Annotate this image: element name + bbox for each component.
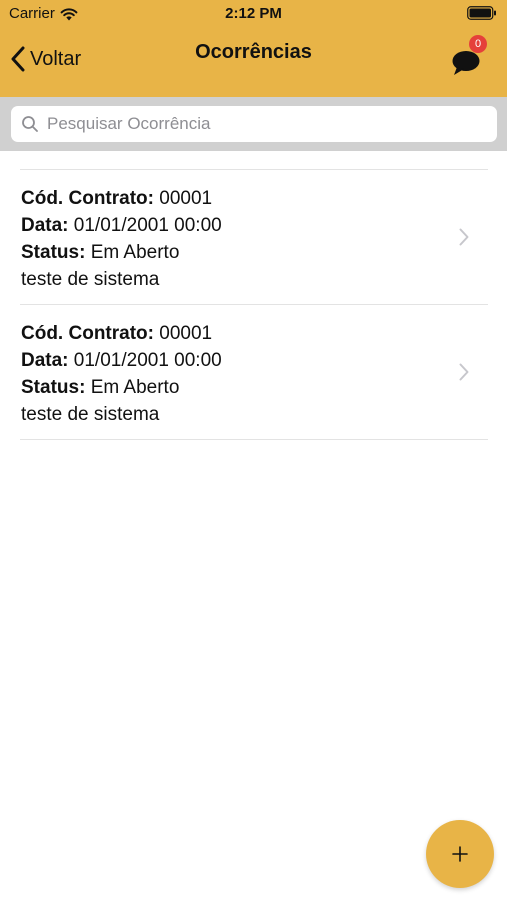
page-title: Ocorrências xyxy=(195,41,312,63)
contract-value: 00001 xyxy=(159,188,213,209)
list-divider xyxy=(20,439,488,440)
item-description: teste de sistema xyxy=(21,269,160,290)
nav-bar: Voltar Ocorrências 0 xyxy=(0,28,507,97)
status-line: Status: Em Aberto xyxy=(21,374,222,401)
date-label: Data: xyxy=(21,215,69,236)
chevron-right-icon xyxy=(459,363,469,381)
status-line: Status: Em Aberto xyxy=(21,239,222,266)
battery-icon xyxy=(467,6,496,20)
status-value: Em Aberto xyxy=(90,377,180,398)
screen: Carrier 2:12 PM Voltar Ocorrências 0 Pes… xyxy=(0,0,507,900)
status-bar: Carrier 2:12 PM xyxy=(0,0,507,28)
date-value: 01/01/2001 00:00 xyxy=(73,215,222,236)
status-label: Status: xyxy=(21,377,86,398)
item-description: teste de sistema xyxy=(21,404,160,425)
contract-line: Cód. Contrato: 00001 xyxy=(21,320,222,347)
notification-badge: 0 xyxy=(469,35,487,53)
status-label: Status: xyxy=(21,242,86,263)
contract-value: 00001 xyxy=(159,323,213,344)
search-field[interactable] xyxy=(11,106,497,142)
date-value: 01/01/2001 00:00 xyxy=(73,350,222,371)
date-line: Data: 01/01/2001 00:00 xyxy=(21,212,222,239)
item-details: Cód. Contrato: 00001 Data: 01/01/2001 00… xyxy=(21,185,222,293)
date-line: Data: 01/01/2001 00:00 xyxy=(21,347,222,374)
header: Carrier 2:12 PM Voltar Ocorrências 0 xyxy=(0,0,507,97)
contract-line: Cód. Contrato: 00001 xyxy=(21,185,222,212)
search-icon xyxy=(22,116,38,132)
chevron-right-icon xyxy=(459,228,469,246)
contract-label: Cód. Contrato: xyxy=(21,188,154,209)
item-details: Cód. Contrato: 00001 Data: 01/01/2001 00… xyxy=(21,320,222,428)
status-time: 2:12 PM xyxy=(225,5,282,22)
chat-button[interactable]: 0 xyxy=(445,35,487,78)
plus-icon xyxy=(452,846,468,862)
search-bar xyxy=(0,97,507,151)
status-value: Em Aberto xyxy=(90,242,180,263)
chat-bubble-icon xyxy=(452,51,480,75)
list-item[interactable]: Cód. Contrato: 00001 Data: 01/01/2001 00… xyxy=(0,170,507,305)
search-input[interactable] xyxy=(47,114,467,134)
contract-label: Cód. Contrato: xyxy=(21,323,154,344)
add-occurrence-button[interactable] xyxy=(426,820,494,888)
date-label: Data: xyxy=(21,350,69,371)
list-item[interactable]: Cód. Contrato: 00001 Data: 01/01/2001 00… xyxy=(0,305,507,440)
